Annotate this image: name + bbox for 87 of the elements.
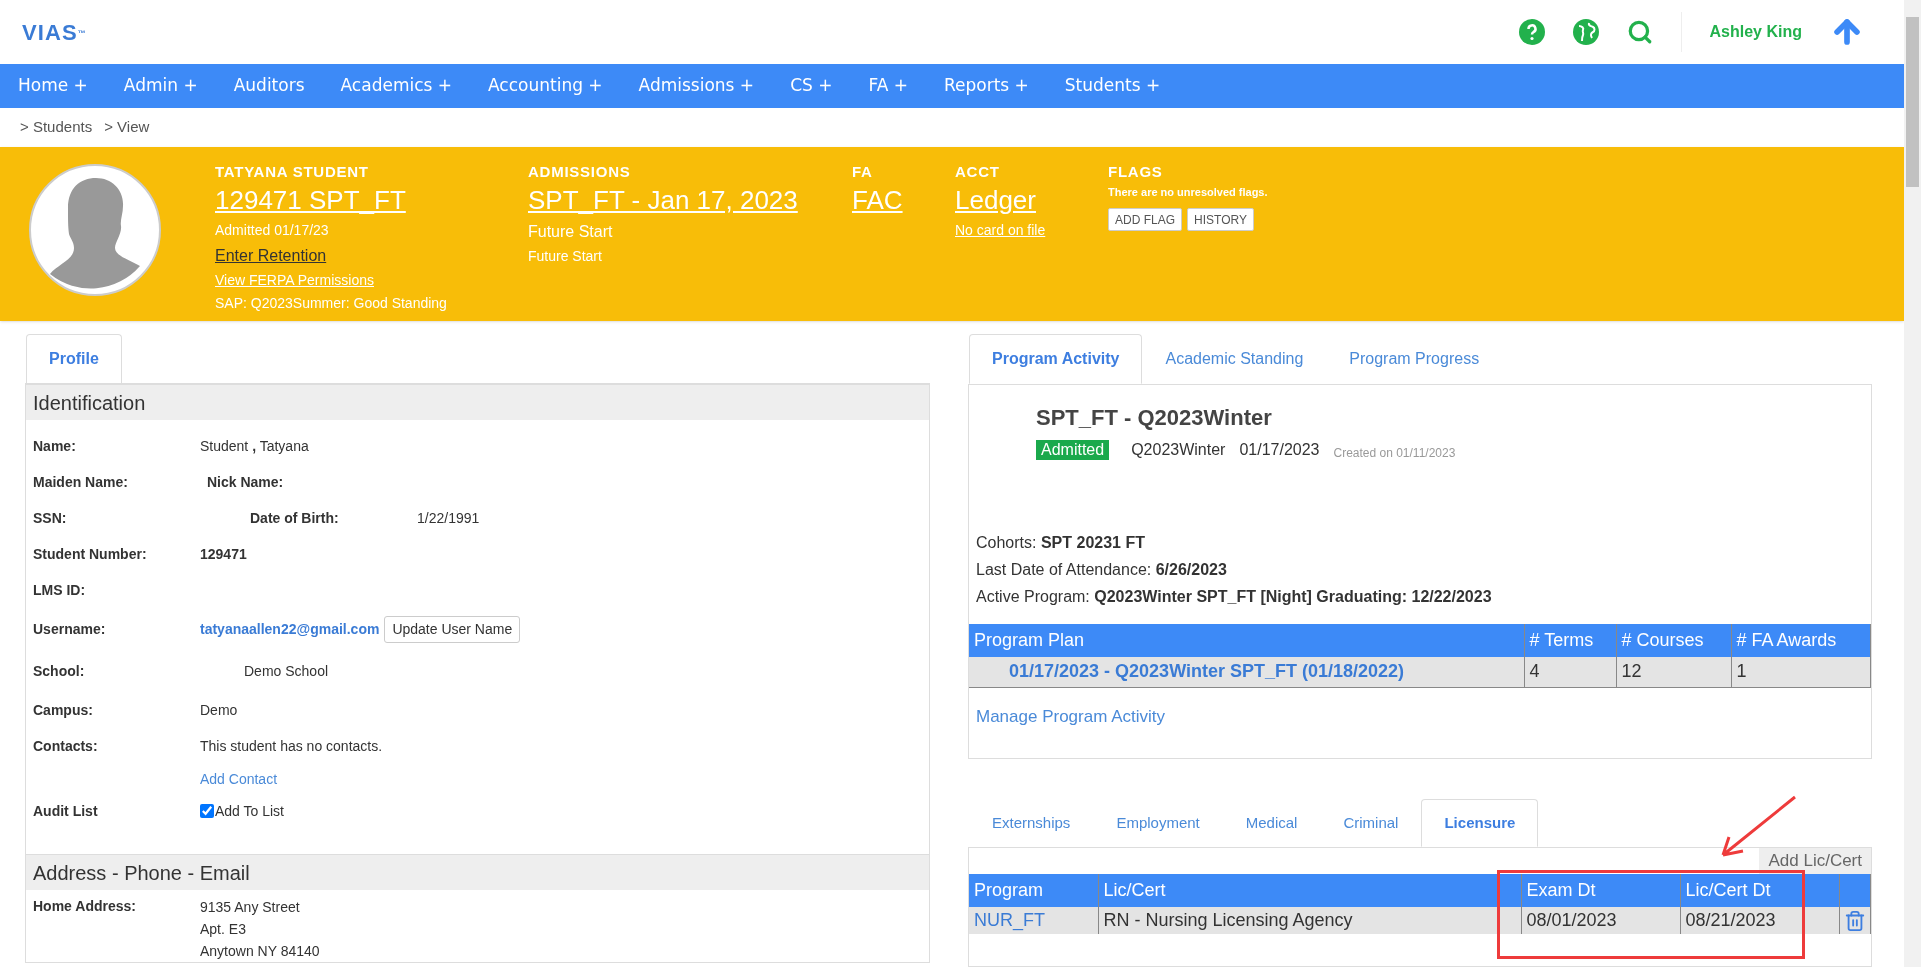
username-link[interactable]: tatyanaallen22@gmail.com <box>200 618 380 640</box>
search-icon[interactable] <box>1626 19 1653 46</box>
tab[interactable]: Profile <box>26 334 122 384</box>
table-cell: 08/01/2023 <box>1521 907 1680 934</box>
section-header: Identification <box>26 385 929 421</box>
address-line: Anytown NY 84140 <box>200 942 320 961</box>
nav-item[interactable]: Auditors <box>233 73 305 99</box>
table-cell: 1 <box>1731 657 1871 687</box>
field-value: Student , Tatyana <box>200 436 309 456</box>
fa-heading: FA <box>852 162 874 183</box>
scrollbar[interactable] <box>1904 0 1921 967</box>
field-label: Home Address: <box>33 897 137 916</box>
nav-item[interactable]: CS + <box>790 73 833 99</box>
field-value: 1/22/1991 <box>417 508 480 528</box>
field-label: SSN: <box>33 508 68 528</box>
field-label: Student Number: <box>33 544 148 564</box>
flag-button[interactable]: ADD FLAG <box>1108 208 1182 232</box>
start-date: 01/17/2023 <box>1239 440 1320 460</box>
program-detail: Cohorts: SPT 20231 FT <box>976 533 1146 553</box>
field-label: LMS ID: <box>33 580 87 600</box>
field-label: School: <box>33 661 86 681</box>
retention-link[interactable]: Enter Retention <box>215 243 327 268</box>
admissions-substatus: Future Start <box>528 246 603 266</box>
field-label: Campus: <box>33 700 94 720</box>
breadcrumb-link[interactable]: > Students <box>20 116 93 139</box>
flags-heading: FLAGS <box>1108 162 1164 183</box>
address-line: 9135 Any Street <box>200 898 301 917</box>
field-value: 129471 <box>200 544 247 564</box>
tab[interactable]: Medical <box>1222 799 1321 847</box>
add-license-link[interactable]: Add Lic/Cert <box>1759 848 1871 874</box>
field-label: Nick Name: <box>207 472 284 492</box>
field-value: Demo School <box>244 661 329 681</box>
flags-message: There are no unresolved flags. <box>1108 184 1268 200</box>
tab[interactable]: Academic Standing <box>1142 334 1327 384</box>
nav-item[interactable]: FA + <box>868 73 908 99</box>
created-date: Created on 01/11/2023 <box>1333 445 1456 462</box>
acct-heading: ACCT <box>955 162 1001 183</box>
admissions-heading: ADMISSIONS <box>528 162 632 183</box>
tab[interactable]: Program Activity <box>969 334 1143 384</box>
table-cell: 4 <box>1524 657 1616 687</box>
student-heading: TATYANA STUDENT <box>215 162 370 183</box>
update-username-button[interactable]: Update User Name <box>384 615 521 643</box>
audit-checkbox[interactable] <box>200 804 214 819</box>
add-contact-link[interactable]: Add Contact <box>200 769 383 791</box>
tab[interactable]: Licensure <box>1421 799 1539 847</box>
section-header: Address - Phone - Email <box>26 854 929 890</box>
nav-item[interactable]: Academics + <box>340 73 452 99</box>
flag-button[interactable]: HISTORY <box>1187 208 1254 232</box>
program-detail: Active Program: Q2023Winter SPT_FT [Night] Graduating: 12/22/2023 <box>976 587 1493 607</box>
nav-item[interactable]: Students + <box>1064 73 1161 99</box>
sap-status: SAP: Q2023Summer: Good Standing <box>215 293 448 313</box>
admitted-date: Admitted 01/17/23 <box>215 220 330 240</box>
checkbox-label: Add To List <box>215 801 284 821</box>
field-label: Date of Birth: <box>250 508 340 528</box>
field-value: This student has no contacts. <box>200 737 383 757</box>
program-detail: Last Date of Attendance: 6/26/2023 <box>976 560 1228 580</box>
table-cell: 08/21/2023 <box>1680 907 1839 934</box>
field-value: Demo <box>200 700 238 720</box>
tab[interactable]: Criminal <box>1320 799 1422 847</box>
tab[interactable]: Externships <box>969 799 1094 847</box>
program-link[interactable]: NUR_FT <box>969 907 1098 934</box>
table-cell: 12 <box>1616 657 1731 687</box>
nav-item[interactable]: Accounting + <box>488 73 603 99</box>
nav-item[interactable]: Admissions + <box>638 73 755 99</box>
tab[interactable]: Employment <box>1093 799 1223 847</box>
logo[interactable]: VIAS$^{™}$ <box>22 15 87 49</box>
breadcrumb-link[interactable]: > View <box>104 116 150 139</box>
nav-item[interactable]: Home + <box>18 73 88 99</box>
field-label: Username: <box>33 619 107 639</box>
tab[interactable]: Program Progress <box>1326 334 1503 384</box>
admissions-status: Future Start <box>528 221 614 242</box>
nav-item[interactable]: Reports + <box>943 73 1029 99</box>
term: Q2023Winter <box>1131 440 1226 460</box>
address-line: Apt. E3 <box>200 920 247 939</box>
program-title: SPT_FT - Q2023Winter <box>1036 404 1273 432</box>
field-label: Maiden Name: <box>33 472 129 492</box>
status-badge: Admitted <box>1036 440 1110 460</box>
nav-item[interactable]: Admin + <box>123 73 198 99</box>
trash-icon[interactable] <box>1843 910 1866 933</box>
field-label: Audit List <box>33 801 99 821</box>
field-label: Contacts: <box>33 737 99 757</box>
user-name[interactable]: Ashley King <box>1709 20 1802 45</box>
table-cell: RN - Nursing Licensing Agency <box>1098 907 1521 934</box>
help-icon[interactable] <box>1518 19 1545 46</box>
field-label: Name: <box>33 436 77 456</box>
manage-program-link[interactable]: Manage Program Activity <box>976 703 1165 729</box>
program-plan-link[interactable]: 01/17/2023 - Q2023Winter SPT_FT (01/18/2022) <box>969 657 1524 687</box>
